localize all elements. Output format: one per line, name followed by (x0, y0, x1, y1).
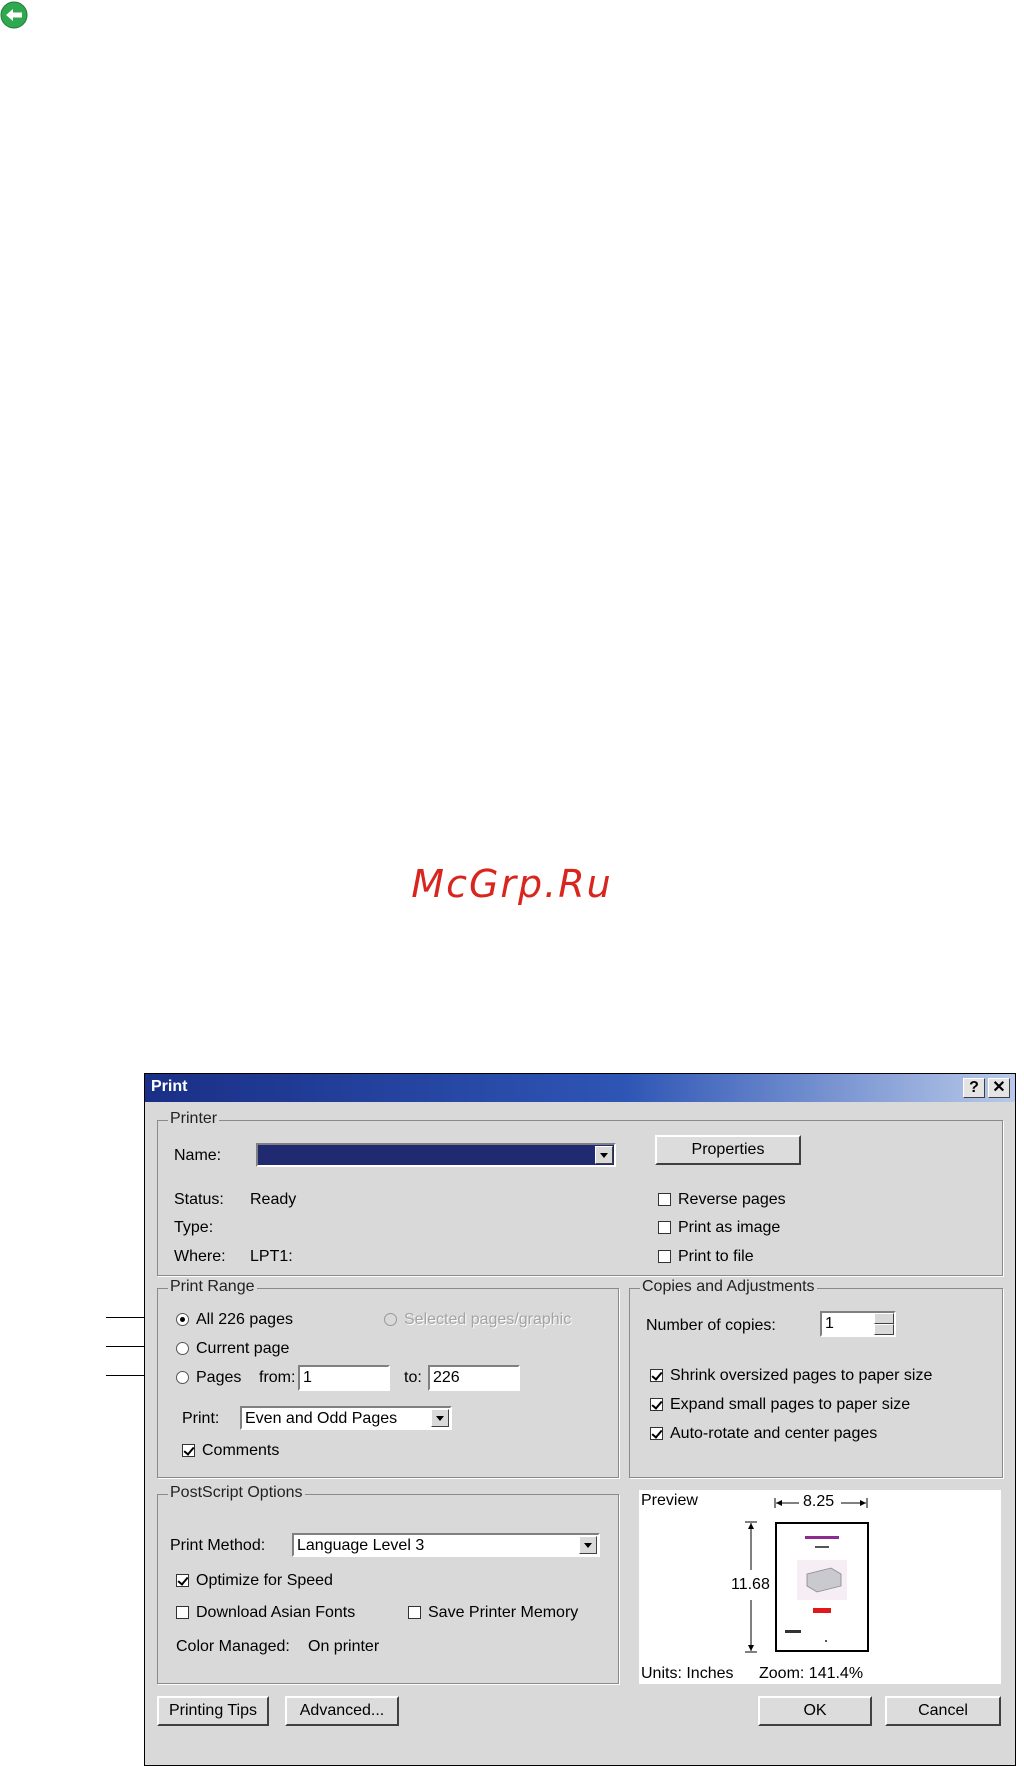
color-managed-value: On printer (308, 1638, 380, 1655)
properties-button[interactable]: Properties (655, 1135, 801, 1165)
pages-label[interactable]: Pages (196, 1369, 241, 1387)
copies-group: Copies and Adjustments Number of copies:… (629, 1278, 1003, 1478)
current-page-label[interactable]: Current page (196, 1340, 289, 1358)
to-input[interactable]: 226 (428, 1365, 520, 1391)
copies-legend: Copies and Adjustments (640, 1278, 817, 1296)
close-button[interactable]: ✕ (988, 1078, 1010, 1098)
ok-button[interactable]: OK (758, 1696, 872, 1726)
preview-zoom: Zoom: 141.4% (759, 1665, 864, 1682)
where-value: LPT1: (250, 1248, 293, 1265)
download-fonts-checkbox[interactable] (176, 1606, 189, 1619)
save-memory-checkbox[interactable] (408, 1606, 421, 1619)
preview-page-thumbnail (775, 1522, 869, 1652)
optimize-speed-label[interactable]: Optimize for Speed (196, 1572, 333, 1590)
name-label: Name: (174, 1147, 222, 1164)
selected-pages-radio (384, 1313, 397, 1326)
expand-label[interactable]: Expand small pages to paper size (670, 1396, 910, 1414)
preview-units: Units: Inches (641, 1665, 734, 1682)
shrink-label[interactable]: Shrink oversized pages to paper size (670, 1367, 932, 1385)
preview-panel: Preview 8.25 11.68 Units: Inches Zoom: 1… (639, 1490, 1001, 1684)
chevron-down-icon[interactable] (595, 1146, 613, 1164)
autorotate-label[interactable]: Auto-rotate and center pages (670, 1425, 877, 1443)
from-label: from: (259, 1369, 296, 1386)
printer-group: Printer Name: Properties Status: Ready T… (157, 1110, 1003, 1276)
to-label: to: (404, 1369, 422, 1386)
reverse-pages-checkbox[interactable] (658, 1193, 671, 1206)
print-to-file-label[interactable]: Print to file (678, 1248, 754, 1266)
print-to-file-checkbox[interactable] (658, 1250, 671, 1263)
expand-checkbox[interactable] (650, 1398, 663, 1411)
chevron-down-icon[interactable] (579, 1536, 597, 1554)
selected-pages-label: Selected pages/graphic (404, 1311, 572, 1328)
status-value: Ready (250, 1191, 297, 1208)
print-method-value: Language Level 3 (297, 1537, 425, 1554)
autorotate-checkbox[interactable] (650, 1427, 663, 1440)
print-range-group: Print Range All 226 pages Selected pages… (157, 1278, 619, 1478)
where-label: Where: (174, 1248, 226, 1265)
title-bar: Print ? ✕ (145, 1074, 1015, 1102)
copies-spinner[interactable] (874, 1313, 894, 1336)
all-pages-label[interactable]: All 226 pages (196, 1311, 293, 1329)
optimize-speed-checkbox[interactable] (176, 1574, 189, 1587)
reverse-pages-label[interactable]: Reverse pages (678, 1191, 786, 1209)
comments-label[interactable]: Comments (202, 1442, 279, 1460)
cancel-button[interactable]: Cancel (885, 1696, 1001, 1726)
comments-checkbox[interactable] (182, 1444, 195, 1457)
all-pages-radio[interactable] (176, 1313, 189, 1326)
type-label: Type: (174, 1219, 214, 1236)
print-subset-select[interactable]: Even and Odd Pages (240, 1406, 452, 1430)
save-memory-label[interactable]: Save Printer Memory (428, 1604, 578, 1622)
status-label: Status: (174, 1191, 224, 1208)
spin-up-icon[interactable] (874, 1313, 894, 1324)
print-dialog: Print ? ✕ Printer Name: Properties Statu… (144, 1073, 1016, 1766)
printer-legend: Printer (168, 1110, 220, 1128)
color-managed-label: Color Managed: (176, 1638, 290, 1655)
download-fonts-label[interactable]: Download Asian Fonts (196, 1604, 355, 1622)
chevron-down-icon[interactable] (431, 1409, 449, 1427)
watermark: McGrp.Ru (411, 862, 613, 906)
print-range-legend: Print Range (168, 1278, 257, 1296)
print-method-label: Print Method: (170, 1537, 266, 1554)
preview-width: 8.25 (803, 1493, 835, 1510)
spin-down-icon[interactable] (874, 1324, 894, 1335)
number-of-copies-label: Number of copies: (646, 1317, 776, 1334)
printer-name-select[interactable] (256, 1143, 616, 1167)
advanced-button[interactable]: Advanced... (285, 1696, 399, 1726)
postscript-legend: PostScript Options (168, 1484, 305, 1502)
back-arrow-icon[interactable] (0, 1, 28, 29)
printing-tips-button[interactable]: Printing Tips (157, 1696, 269, 1726)
pages-radio[interactable] (176, 1371, 189, 1384)
dialog-title: Print (151, 1078, 188, 1095)
print-subset-value: Even and Odd Pages (245, 1410, 398, 1427)
current-page-radio[interactable] (176, 1342, 189, 1355)
preview-height: 11.68 (731, 1576, 770, 1593)
print-subset-label: Print: (182, 1410, 220, 1427)
help-button[interactable]: ? (963, 1078, 985, 1098)
print-as-image-checkbox[interactable] (658, 1221, 671, 1234)
print-as-image-label[interactable]: Print as image (678, 1219, 780, 1237)
postscript-group: PostScript Options Print Method: Languag… (157, 1484, 619, 1684)
shrink-checkbox[interactable] (650, 1369, 663, 1382)
from-input[interactable]: 1 (298, 1365, 390, 1391)
print-method-select[interactable]: Language Level 3 (292, 1533, 600, 1557)
